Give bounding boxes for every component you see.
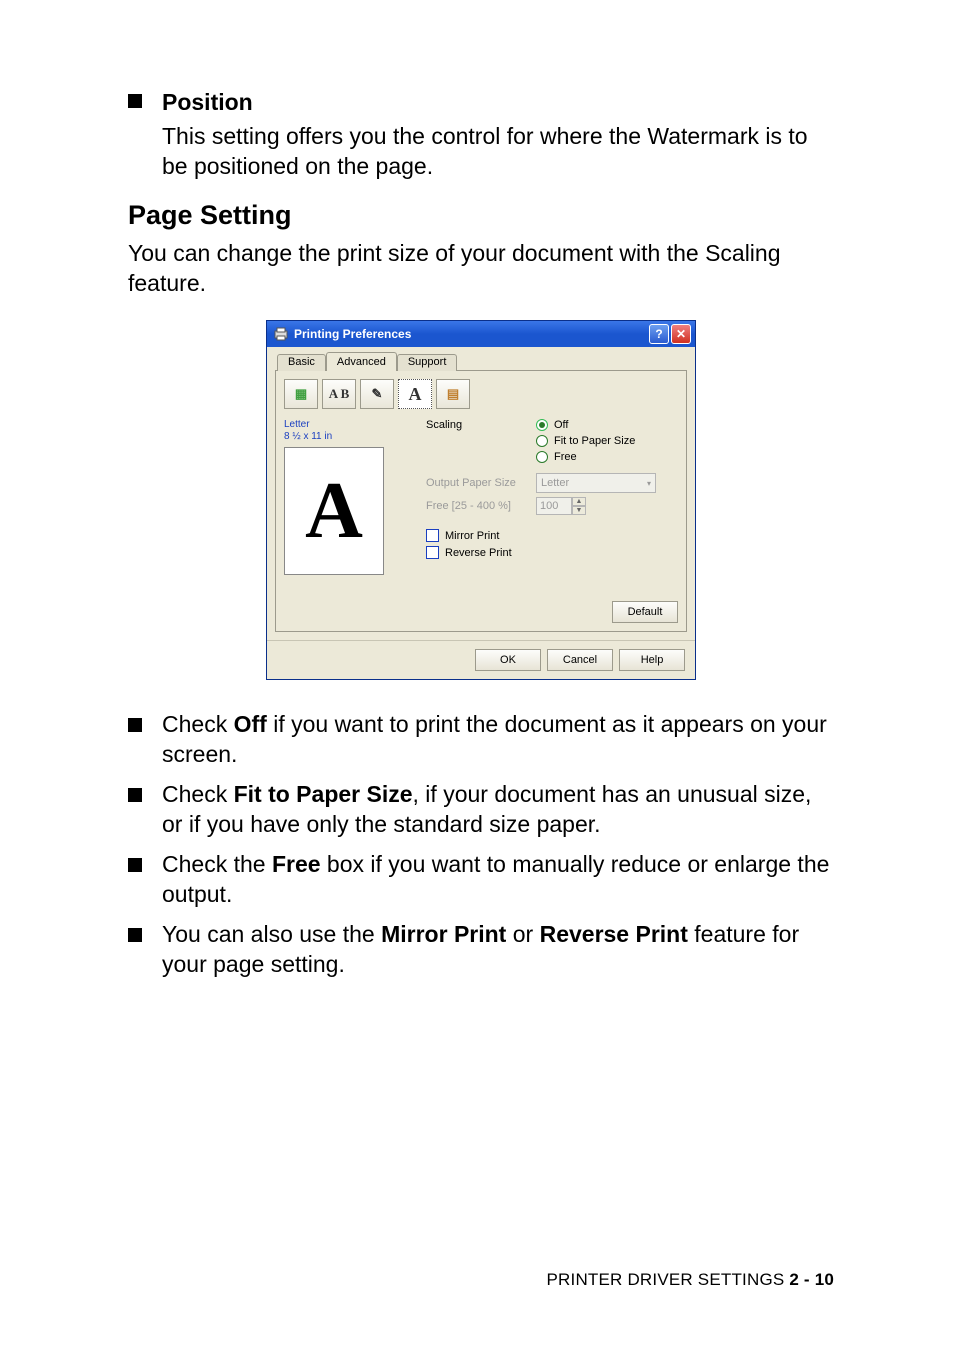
- section-heading-page-setting: Page Setting: [128, 200, 834, 231]
- toolbar-btn-1[interactable]: ▦: [284, 379, 318, 409]
- free-percent-label: Free [25 - 400 %]: [426, 500, 536, 512]
- scaling-label: Scaling: [426, 419, 536, 431]
- mirror-print-checkbox[interactable]: Mirror Print: [426, 529, 678, 542]
- page-preview: A: [284, 447, 384, 575]
- dialog-title: Printing Preferences: [294, 327, 411, 341]
- bullet-icon: [128, 858, 142, 872]
- spinner-down-icon: ▼: [572, 506, 586, 515]
- bullet-icon: [128, 928, 142, 942]
- reverse-print-label: Reverse Print: [445, 547, 512, 559]
- page-footer: PRINTER DRIVER SETTINGS 2 - 10: [547, 1270, 835, 1290]
- tab-support[interactable]: Support: [397, 354, 458, 371]
- help-titlebar-button[interactable]: ?: [649, 324, 669, 344]
- help-button[interactable]: Help: [619, 649, 685, 671]
- radio-fit[interactable]: Fit to Paper Size: [536, 435, 635, 447]
- radio-free[interactable]: Free: [536, 451, 635, 463]
- toolbar-btn-5[interactable]: ▤: [436, 379, 470, 409]
- chevron-down-icon: ▾: [647, 479, 651, 488]
- default-button[interactable]: Default: [612, 601, 678, 623]
- preview-size-dim: 8 ½ x 11 in: [284, 431, 414, 443]
- bullet-icon: [128, 718, 142, 732]
- lead-paragraph: You can change the print size of your do…: [128, 239, 834, 299]
- radio-dot-icon: [536, 419, 548, 431]
- radio-off[interactable]: Off: [536, 419, 635, 431]
- free-percent-spinner: ▲ ▼: [536, 497, 586, 515]
- reverse-print-checkbox[interactable]: Reverse Print: [426, 546, 678, 559]
- toolbar-btn-4[interactable]: A: [398, 379, 432, 409]
- output-paper-size-select: Letter ▾: [536, 473, 656, 493]
- output-paper-size-label: Output Paper Size: [426, 477, 536, 489]
- toolbar-btn-3[interactable]: ✎: [360, 379, 394, 409]
- radio-dot-icon: [536, 435, 548, 447]
- close-titlebar-button[interactable]: ✕: [671, 324, 691, 344]
- tab-basic[interactable]: Basic: [277, 354, 326, 371]
- toolbar-btn-2[interactable]: A B: [322, 379, 356, 409]
- titlebar: Printing Preferences ? ✕: [267, 321, 695, 347]
- bullet-icon: [128, 788, 142, 802]
- spinner-up-icon: ▲: [572, 497, 586, 506]
- bullet-off: Check Off if you want to print the docum…: [162, 710, 834, 770]
- ok-button[interactable]: OK: [475, 649, 541, 671]
- radio-free-label: Free: [554, 451, 577, 463]
- bullet-fit: Check Fit to Paper Size, if your documen…: [162, 780, 834, 840]
- checkbox-icon: [426, 529, 439, 542]
- position-body: This setting offers you the control for …: [162, 122, 834, 182]
- printer-icon: [273, 326, 289, 342]
- mirror-print-label: Mirror Print: [445, 530, 499, 542]
- output-paper-size-value: Letter: [541, 477, 569, 489]
- position-heading: Position: [162, 88, 253, 118]
- free-percent-input: [536, 497, 572, 515]
- radio-dot-icon: [536, 451, 548, 463]
- toolbar-btn-2-label: A B: [329, 386, 350, 402]
- cancel-button[interactable]: Cancel: [547, 649, 613, 671]
- bullet-icon: [128, 94, 142, 108]
- radio-off-label: Off: [554, 419, 568, 431]
- tab-advanced[interactable]: Advanced: [326, 352, 397, 371]
- toolbar-btn-4-label: A: [409, 384, 422, 405]
- bullet-free: Check the Free box if you want to manual…: [162, 850, 834, 910]
- radio-fit-label: Fit to Paper Size: [554, 435, 635, 447]
- printing-preferences-dialog: Printing Preferences ? ✕ Basic Advanced …: [266, 320, 696, 680]
- preview-size-name: Letter: [284, 419, 414, 431]
- checkbox-icon: [426, 546, 439, 559]
- bullet-mirror-reverse: You can also use the Mirror Print or Rev…: [162, 920, 834, 980]
